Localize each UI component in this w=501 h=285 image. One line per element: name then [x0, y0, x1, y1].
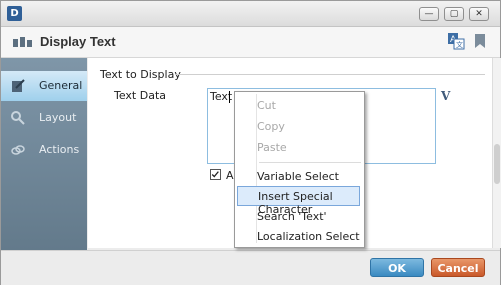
context-menu: Cut Copy Paste Variable Select Insert Sp… [234, 91, 365, 248]
menu-item-localization-select[interactable]: Localization Select [235, 226, 364, 246]
general-icon [12, 79, 25, 92]
menu-separator [259, 162, 361, 163]
app-logo-icon: D [7, 6, 22, 21]
dialog-footer: OK Cancel [1, 250, 500, 285]
menu-item-copy[interactable]: Copy [235, 116, 364, 136]
sidebar-item-layout[interactable]: Layout [1, 103, 87, 133]
auto-checkbox[interactable] [210, 169, 221, 180]
text-data-label: Text Data [114, 89, 167, 102]
menu-item-label: Search 'Text' [257, 210, 327, 223]
localization-icon[interactable]: A 文 [447, 32, 465, 50]
svg-text:文: 文 [456, 40, 463, 49]
menu-item-cut[interactable]: Cut [235, 95, 364, 115]
text-caret [229, 91, 230, 103]
sidebar-item-label: Layout [39, 111, 77, 124]
maximize-button[interactable]: ▢ [444, 7, 464, 21]
sidebar-item-actions[interactable]: Actions [1, 135, 87, 165]
vertical-scrollbar[interactable] [492, 58, 501, 248]
layout-icon [11, 111, 25, 125]
variable-icon[interactable]: V [441, 89, 454, 104]
menu-item-variable-select[interactable]: Variable Select [235, 166, 364, 186]
display-text-icon [13, 37, 32, 47]
menu-item-search[interactable]: Search 'Text' [235, 206, 364, 226]
minimize-button[interactable]: — [419, 7, 439, 21]
title-bar[interactable]: D — ▢ ✕ [1, 1, 500, 27]
scrollbar-thumb[interactable] [494, 144, 500, 184]
menu-item-label: Cut [257, 99, 276, 112]
menu-item-label: Localization Select [257, 230, 360, 243]
sidebar-item-label: Actions [39, 143, 80, 156]
menu-item-paste[interactable]: Paste [235, 137, 364, 157]
menu-item-label: Paste [257, 141, 287, 154]
menu-item-label: Copy [257, 120, 285, 133]
menu-item-insert-special-character[interactable]: Insert Special Character [237, 186, 360, 216]
actions-icon [11, 145, 25, 155]
ok-button[interactable]: OK [370, 258, 424, 277]
cancel-button[interactable]: Cancel [431, 258, 485, 277]
section-title: Text to Display [100, 68, 181, 81]
dialog-header: Display Text A 文 [1, 27, 500, 58]
sidebar-item-general[interactable]: General [1, 71, 87, 101]
section-divider [176, 74, 485, 75]
check-icon [211, 171, 219, 178]
page-title: Display Text [40, 34, 116, 49]
menu-item-label: Variable Select [257, 170, 339, 183]
sidebar-item-label: General [39, 79, 83, 92]
close-button[interactable]: ✕ [469, 7, 489, 21]
dialog-window: D — ▢ ✕ Display Text A 文 General Layout … [0, 0, 501, 285]
bookmark-icon[interactable] [471, 32, 489, 50]
